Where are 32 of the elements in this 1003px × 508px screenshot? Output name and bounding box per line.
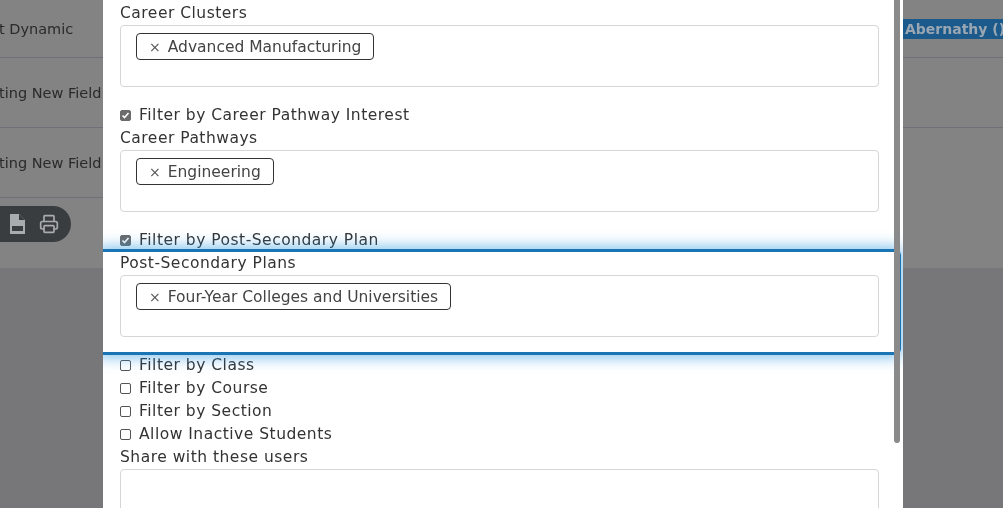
scrollbar[interactable] [894,0,900,443]
field-label: Post-Secondary Plans [120,253,298,274]
remove-tag-button[interactable]: × [149,38,161,55]
checkbox[interactable] [120,360,131,371]
checkbox-label: Filter by Class [139,355,255,376]
checkbox-label: Filter by Course [139,378,269,399]
pdf-file-icon[interactable] [9,214,25,234]
multi-select-field[interactable]: × Engineering [120,150,879,212]
tag-label: Four-Year Colleges and Universities [167,287,439,306]
checkbox[interactable] [120,406,131,417]
field-label: Career Pathways [120,128,259,149]
field-label: Share with these users [120,447,310,468]
checkbox[interactable] [120,235,131,246]
user-badge: Abernathy () [903,18,1003,39]
row-title: ting New Field [0,154,102,171]
checkbox-label: Filter by Post-Secondary Plan [139,230,379,251]
multi-select-field[interactable]: × Four-Year Colleges and Universities [120,275,879,337]
tag-label: Advanced Manufacturing [167,37,362,56]
tag-label: Engineering [167,162,261,181]
remove-tag-button[interactable]: × [149,163,161,180]
checkbox-label: Allow Inactive Students [139,424,333,445]
checkbox-label: Filter by Section [139,401,273,422]
printer-icon[interactable] [39,214,59,234]
checkbox[interactable] [120,110,131,121]
row-title: ting New Field [0,84,102,101]
remove-tag-button[interactable]: × [149,288,161,305]
row-title: t Dynamic [0,20,74,37]
checkbox[interactable] [120,383,131,394]
field-label: Career Clusters [120,3,249,24]
checkbox-label: Filter by Career Pathway Interest [139,105,410,126]
checkbox[interactable] [120,429,131,440]
multi-select-field[interactable]: × Advanced Manufacturing [120,25,879,87]
